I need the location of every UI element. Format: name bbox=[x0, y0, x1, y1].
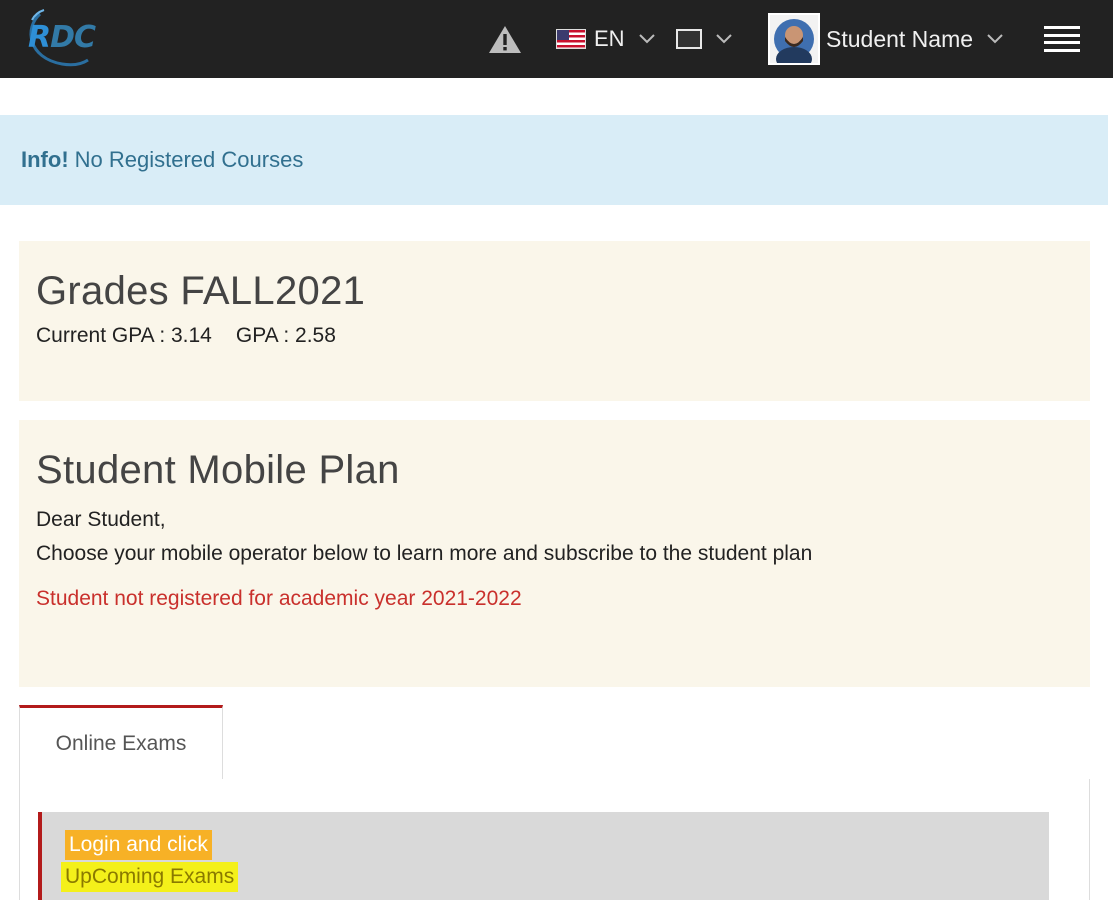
alerts-button[interactable] bbox=[487, 0, 523, 78]
info-alert: Info! No Registered Courses bbox=[0, 115, 1108, 205]
registration-error: Student not registered for academic year… bbox=[36, 587, 522, 610]
top-navbar: RDC EN Student Name bbox=[0, 0, 1113, 78]
chevron-down-icon bbox=[638, 34, 655, 44]
tab-bar: Online Exams bbox=[19, 705, 1090, 780]
chevron-down-icon bbox=[987, 34, 1003, 44]
mobile-plan-panel: Student Mobile Plan Dear Student, Choose… bbox=[19, 420, 1090, 687]
instruction-text: Choose your mobile operator below to lea… bbox=[36, 542, 813, 565]
mobile-plan-title: Student Mobile Plan bbox=[36, 448, 400, 492]
language-code: EN bbox=[594, 26, 625, 51]
exam-instruction-line2: UpComing Exams bbox=[61, 862, 239, 892]
hamburger-menu-icon bbox=[1044, 26, 1080, 52]
warning-icon bbox=[489, 26, 521, 53]
current-gpa: Current GPA : 3.14 bbox=[36, 324, 212, 347]
grades-panel: Grades FALL2021 Current GPA : 3.14 GPA : … bbox=[19, 241, 1090, 401]
avatar bbox=[768, 13, 820, 65]
screen-icon bbox=[676, 29, 702, 49]
grades-title: Grades FALL2021 bbox=[36, 269, 366, 313]
logo-text: RDC bbox=[28, 20, 96, 55]
chevron-down-icon bbox=[716, 34, 732, 44]
rdc-logo[interactable]: RDC bbox=[22, 6, 102, 76]
exam-instructions-box: Login and click UpComing Exams bbox=[38, 812, 1049, 900]
user-menu[interactable]: Student Name bbox=[768, 0, 1003, 78]
gpa-line: Current GPA : 3.14 GPA : 2.58 bbox=[36, 324, 1090, 348]
language-selector[interactable]: EN bbox=[556, 0, 655, 78]
user-name: Student Name bbox=[826, 25, 974, 52]
tab-online-exams[interactable]: Online Exams bbox=[19, 705, 223, 780]
display-mode-selector[interactable] bbox=[676, 0, 732, 78]
greeting-text: Dear Student, bbox=[36, 508, 166, 531]
main-menu-button[interactable] bbox=[1044, 0, 1080, 78]
us-flag-icon bbox=[556, 29, 586, 49]
alert-label: Info! bbox=[21, 147, 69, 172]
exam-instruction-line1: Login and click bbox=[65, 830, 212, 860]
gpa: GPA : 2.58 bbox=[235, 324, 336, 347]
alert-message: No Registered Courses bbox=[74, 147, 304, 172]
user-photo-icon bbox=[774, 19, 814, 63]
